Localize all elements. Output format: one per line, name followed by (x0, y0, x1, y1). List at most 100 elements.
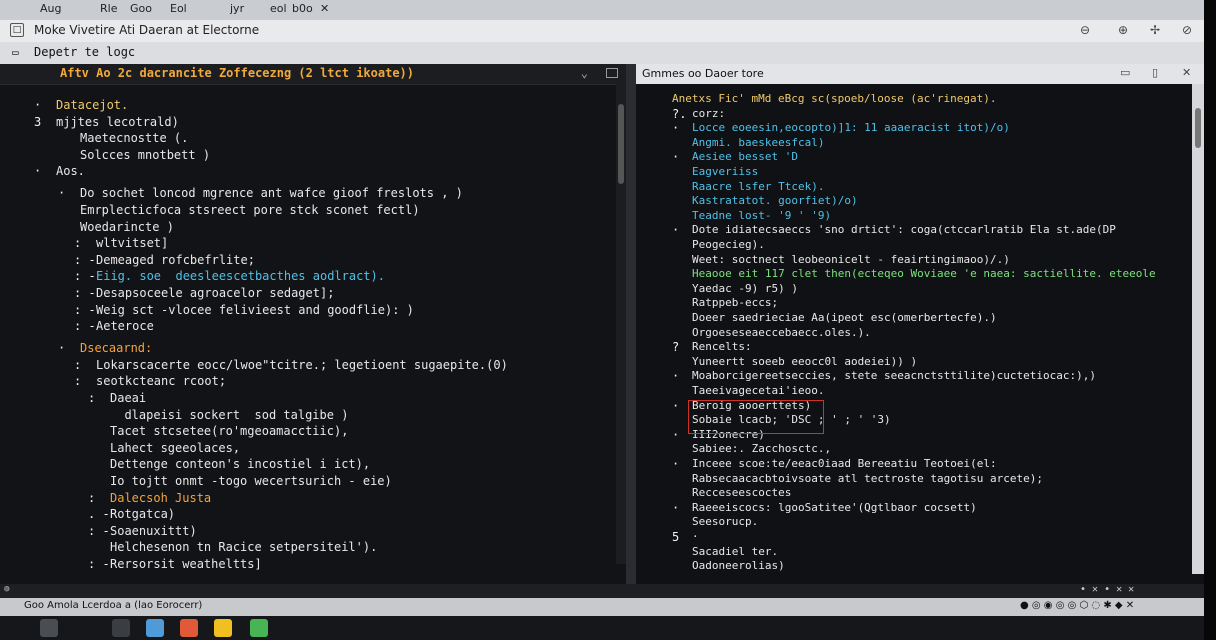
line-text: Yaedac -9) r5) ) (692, 281, 798, 295)
line-text: Doeer saedrieciae Aa(ipeot esc(omerberte… (692, 311, 997, 324)
line-bullet: . - (88, 507, 110, 522)
tray-icons[interactable]: ● ◎ ◉ ◎ ◎ ⬡ ◌ ✱ ◆ ✕ (1020, 600, 1134, 611)
top-menu-item[interactable]: Goo (130, 2, 152, 15)
window-icon[interactable]: ▭ (1120, 66, 1130, 79)
line-text: Io tojtt onmt -togo wecertsurich - eie) (110, 474, 392, 488)
left-pane-header: Aftv Ao 2c dacrancite Zoffecezng (2 ltct… (0, 64, 626, 85)
browser-icon[interactable] (146, 619, 164, 637)
line-bullet: 3 (34, 114, 42, 129)
line-text: Demeaged rofcbefrlite; (96, 252, 255, 267)
top-menu-item[interactable]: Aug (40, 2, 61, 15)
line-bullet: · (58, 186, 66, 201)
title-bar: □ Moke Vivetire Ati Daeran at Electorne … (0, 20, 1216, 43)
line-text: Lahect sgeeolaces, (110, 440, 241, 455)
close-pane-icon[interactable]: ✕ (1182, 66, 1191, 79)
top-menu-item[interactable]: eol (270, 2, 287, 15)
line-text: Yuneertt soeeb eeocc0l aodeiei)) ) (692, 354, 918, 368)
monitor-bezel (1204, 0, 1216, 640)
line-bullet: : - (74, 302, 96, 317)
restore-icon[interactable]: ⊖ (1080, 23, 1090, 37)
line-text: Rencelts: (692, 340, 752, 354)
top-menu-item[interactable]: b0o (292, 2, 313, 15)
line-text: Locce eoeesin,eocopto)]1: 11 aaaeracist … (692, 121, 1010, 135)
scroll-thumb[interactable] (1195, 108, 1201, 148)
close-icon[interactable]: ⊘ (1182, 23, 1192, 37)
status-icon: ◍ (4, 584, 10, 594)
line-text: Anetxs Fic' mMd eBcg sc(spoeb/loose (ac'… (672, 92, 997, 105)
line-bullet: : - (88, 523, 110, 538)
line-text: Taeeivagecetai'ieoo. (692, 384, 825, 397)
top-menu-strip: Aug Rle Goo Eol jyr eol b0o ✕ (0, 0, 1216, 20)
line-text: seotkcteanc rcoot; (96, 374, 227, 389)
line-bullet: · (672, 369, 680, 384)
line-bullet: · (672, 500, 680, 515)
line-bullet: · (672, 150, 680, 165)
folder-taskbar-icon[interactable] (214, 619, 232, 637)
tab-title[interactable]: Depetr te logc (34, 45, 135, 59)
line-bullet: : - (74, 269, 96, 284)
app-icon-red[interactable] (180, 619, 198, 637)
line-text: Aesiee besset 'D (692, 150, 798, 164)
chevron-down-icon[interactable]: ⌄ (581, 66, 588, 80)
top-menu-item[interactable]: ✕ (320, 2, 329, 15)
line-bullet: · (672, 427, 680, 442)
line-text: Aos. (56, 164, 85, 179)
taskbar (0, 616, 1216, 640)
line-text: Rersorsit weatheltts] (110, 557, 262, 571)
line-text: Dalecsoh Justa (110, 490, 212, 505)
window-title: Moke Vivetire Ati Daeran at Electorne (34, 23, 260, 37)
split-icon[interactable]: ▯ (1152, 66, 1158, 79)
selection-highlight (688, 400, 824, 434)
line-text: Woedarincte ) (80, 219, 174, 234)
line-bullet: : - (74, 286, 96, 300)
line-bullet: : - (74, 319, 96, 334)
folder-icon: ▭ (12, 46, 19, 59)
line-text: Helchesenon tn Racice setpersiteil'). (110, 540, 378, 555)
expand-icon[interactable]: ✢ (1150, 23, 1160, 37)
line-bullet: : (74, 374, 82, 389)
line-text: Rabsecaacacbtoivsoate atl tectroste tago… (692, 471, 1043, 485)
line-bullet: : (74, 357, 82, 372)
line-bullet: · (672, 121, 680, 136)
line-text: Aeteroce (96, 319, 154, 334)
maximize-icon[interactable] (606, 68, 618, 78)
left-editor-pane[interactable]: Aftv Ao 2c dacrancite Zoffecezng (2 ltct… (0, 64, 626, 584)
line-text: Weet: soctnect leobeonicelt - feairtingi… (692, 252, 1010, 266)
task-icon[interactable] (112, 619, 130, 637)
start-icon[interactable] (40, 619, 58, 637)
app-icon: □ (10, 23, 24, 37)
line-text: Oadoneerolias) (692, 559, 785, 573)
line-bullet: : (74, 236, 82, 251)
line-bullet: ? (672, 340, 680, 355)
line-text: Weig sct -vlocee felivieest and goodflie… (96, 302, 414, 317)
line-text: Raeeeiscocs: lgooSatitee'(Qgtlbaor cocse… (692, 500, 977, 514)
sync-icon[interactable]: ⊕ (1118, 23, 1128, 37)
line-text: Teadne lost- '9 ' '9) (692, 208, 832, 222)
line-text: Maetecnostte (. (80, 131, 189, 146)
screen: Aug Rle Goo Eol jyr eol b0o ✕ □ Moke Vivetire A… (0, 0, 1216, 640)
line-text: Rotgatca) (110, 507, 176, 522)
top-menu-item[interactable]: Rle (100, 2, 117, 15)
line-text: Eagveriiss (692, 165, 759, 178)
top-menu-item[interactable]: jyr (230, 2, 244, 15)
right-pane-header: Gmmes oo Daoer tore ▭ ▯ ✕ (636, 64, 1204, 84)
line-bullet: ?. (672, 106, 687, 121)
line-text: Sabiee:. Zacchosctc., (692, 442, 832, 456)
line-text: Do sochet loncod mgrence ant wafce gioof… (80, 186, 463, 201)
status-bar: ◍ (0, 584, 1216, 598)
line-text: dlapeisi sockert sod talgibe ) (110, 407, 349, 422)
right-scrollbar[interactable] (1192, 84, 1204, 574)
line-text: Emrplecticfoca stsreect pore stck sconet… (80, 203, 420, 217)
line-text: Eiig. soe deesleescetbacthes aodlract). (96, 269, 385, 284)
right-editor-pane[interactable]: Gmmes oo Daoer tore ▭ ▯ ✕ Anetxs Fic' mM… (636, 64, 1204, 584)
left-scrollbar[interactable] (616, 84, 626, 564)
line-text: mjjtes lecotrald) (56, 114, 179, 129)
line-text: Soaenuxittt) (110, 523, 197, 538)
line-text: Tacet stcsetee(ro'mgeoamacctiic), (110, 424, 349, 439)
top-menu-item[interactable]: Eol (170, 2, 187, 15)
chat-icon[interactable] (250, 619, 268, 637)
pane-splitter[interactable] (626, 64, 636, 584)
scroll-thumb[interactable] (618, 104, 624, 184)
bottom-status-text: Goo Amola Lcerdoa a (lao Eorocerr) (24, 600, 203, 611)
line-bullet: · (672, 457, 680, 471)
